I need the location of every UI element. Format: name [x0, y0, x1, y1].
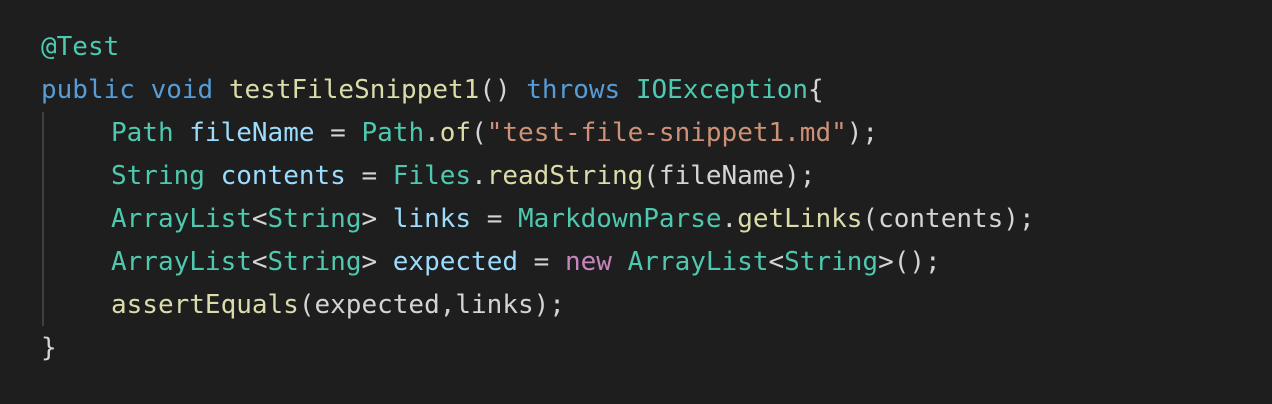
code-token-plain: );	[846, 118, 879, 148]
code-token-plain: <	[251, 247, 268, 277]
code-token-type: ArrayList	[627, 247, 769, 277]
code-token-plain: >();	[878, 247, 941, 277]
code-token-var: fileName	[189, 118, 315, 148]
code-line[interactable]: }	[41, 327, 1035, 370]
code-token-type: String	[111, 161, 205, 191]
code-block[interactable]: @Test public void testFileSnippet1() thro…	[41, 26, 1035, 370]
code-line[interactable]: String contents = Files.readString(fileN…	[41, 155, 1035, 198]
code-token-plain: }	[41, 333, 57, 363]
code-token-plain: <	[768, 247, 785, 277]
code-token-type: ArrayList	[111, 247, 252, 277]
code-line[interactable]: ArrayList<String> expected = new ArrayLi…	[41, 241, 1035, 284]
code-token-plain: =	[314, 118, 362, 148]
code-token-fn: readString	[486, 161, 644, 191]
code-token-plain: (fileName);	[643, 161, 816, 191]
code-token-plain: (contents);	[862, 204, 1035, 234]
code-token-plain: ()	[479, 75, 527, 105]
code-token-plain: .	[471, 161, 487, 191]
code-line[interactable]: ArrayList<String> links = MarkdownParse.…	[41, 198, 1035, 241]
code-token-var: links	[392, 204, 472, 234]
code-token-plain: =	[518, 247, 565, 277]
code-token-type: String	[267, 247, 362, 277]
code-token-kw: public	[41, 75, 135, 105]
code-token-type: String	[267, 204, 362, 234]
code-token-type: MarkdownParse	[518, 204, 722, 234]
code-token-var: expected	[392, 247, 519, 277]
code-token-str: "test-file-snippet1.md"	[486, 118, 847, 148]
code-token-fn: of	[439, 118, 472, 148]
code-line[interactable]: public void testFileSnippet1() throws IO…	[41, 69, 1035, 112]
code-token-plain: (	[471, 118, 487, 148]
code-token-plain: <	[251, 204, 268, 234]
code-token-ctrl: new	[564, 247, 612, 277]
code-token-plain: .	[424, 118, 440, 148]
code-token-kw: throws	[526, 75, 621, 105]
code-line[interactable]: Path fileName = Path.of("test-file-snipp…	[41, 112, 1035, 155]
code-token-type: IOException	[635, 75, 809, 105]
code-token-fn: getLinks	[737, 204, 863, 234]
code-token-plain: >	[361, 204, 393, 234]
code-token-type: Path	[111, 118, 174, 148]
code-editor[interactable]: @Test public void testFileSnippet1() thro…	[0, 0, 1272, 404]
code-token-fn: assertEquals	[111, 290, 299, 320]
code-token-plain: >	[361, 247, 393, 277]
code-line[interactable]: @Test	[41, 26, 1035, 69]
code-token-var: contents	[220, 161, 346, 191]
code-token-type: @Test	[41, 32, 120, 62]
code-token-kw: void	[150, 75, 214, 105]
code-token-fn: testFileSnippet1	[228, 75, 480, 105]
code-line[interactable]: assertEquals(expected,links);	[41, 284, 1035, 327]
code-token-type: Files	[392, 161, 472, 191]
code-token-plain: =	[345, 161, 393, 191]
code-token-type: String	[784, 247, 879, 277]
code-token-plain: {	[808, 75, 824, 105]
code-token-plain: .	[721, 204, 738, 234]
code-token-type: Path	[361, 118, 425, 148]
code-token-type: ArrayList	[111, 204, 252, 234]
code-token-plain: (expected,links);	[298, 290, 565, 320]
code-token-plain: =	[471, 204, 519, 234]
